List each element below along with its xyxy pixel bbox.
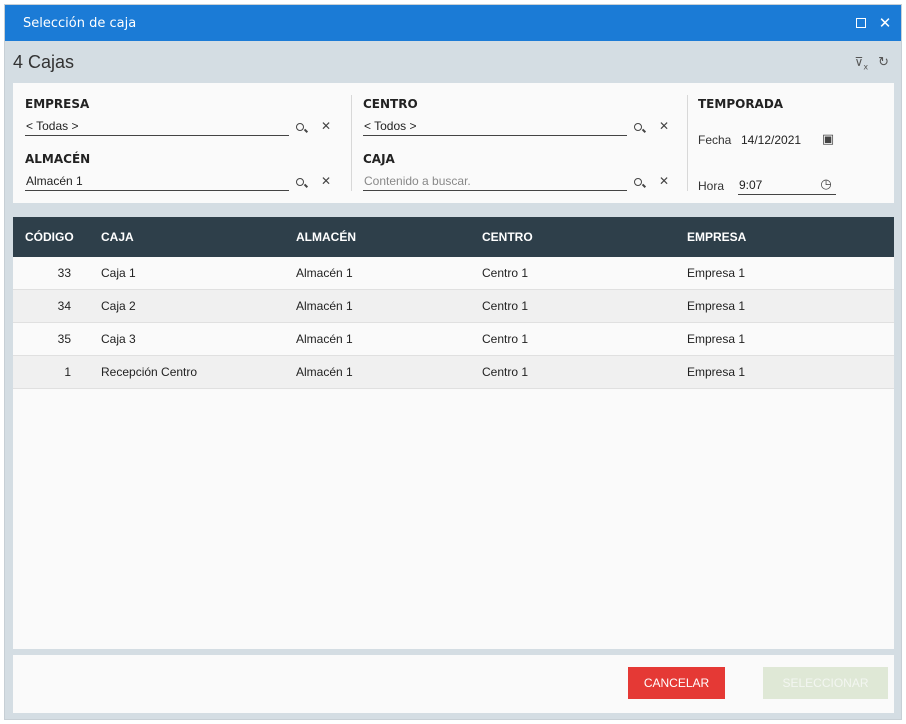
- cell-centro: Centro 1: [482, 365, 529, 379]
- cell-empresa: Empresa 1: [687, 332, 746, 346]
- caja-search-icon[interactable]: [631, 175, 645, 189]
- cell-caja: Caja 1: [101, 266, 136, 280]
- centro-search-icon[interactable]: [631, 120, 645, 134]
- column-header-centro[interactable]: CENTRO: [482, 217, 682, 257]
- table-row[interactable]: 1 Recepción Centro Almacén 1 Centro 1 Em…: [13, 356, 894, 389]
- cell-codigo: 35: [57, 332, 71, 346]
- caja-label: CAJA: [363, 152, 395, 166]
- column-header-caja[interactable]: CAJA: [101, 217, 291, 257]
- cell-almacen: Almacén 1: [296, 365, 353, 379]
- centro-clear-icon[interactable]: ✕: [657, 119, 671, 133]
- cell-caja: Recepción Centro: [101, 365, 198, 379]
- fecha-field[interactable]: 14/12/2021: [740, 130, 814, 150]
- temporada-label: TEMPORADA: [698, 97, 784, 111]
- page-title: 4 Cajas: [13, 51, 75, 72]
- almacen-field[interactable]: Almacén 1: [25, 171, 289, 191]
- empresa-clear-icon[interactable]: ✕: [319, 119, 333, 133]
- filter-column-1: EMPRESA < Todas > ✕ ALMACÉN Almacén 1 ✕: [13, 83, 349, 203]
- cell-codigo: 33: [57, 266, 71, 280]
- close-button[interactable]: ✕: [877, 15, 893, 31]
- almacen-label: ALMACÉN: [25, 152, 91, 166]
- cell-empresa: Empresa 1: [687, 266, 746, 280]
- maximize-icon: [856, 18, 866, 28]
- table-row[interactable]: 33 Caja 1 Almacén 1 Centro 1 Empresa 1: [13, 257, 894, 290]
- cell-almacen: Almacén 1: [296, 299, 353, 313]
- header-tools: ⊽x ↻: [855, 55, 889, 71]
- cajas-table: CÓDIGO CAJA ALMACÉN CENTRO EMPRESA 33 Ca…: [13, 217, 894, 649]
- cell-codigo: 1: [64, 365, 71, 379]
- title-bar: Selección de caja ✕: [5, 5, 901, 41]
- centro-label: CENTRO: [363, 97, 418, 111]
- table-row[interactable]: 35 Caja 3 Almacén 1 Centro 1 Empresa 1: [13, 323, 894, 356]
- cell-empresa: Empresa 1: [687, 365, 746, 379]
- centro-field[interactable]: < Todos >: [363, 116, 627, 136]
- column-header-empresa[interactable]: EMPRESA: [687, 217, 887, 257]
- clock-icon[interactable]: ◷: [819, 177, 833, 192]
- caja-search-input[interactable]: Contenido a buscar.: [363, 171, 627, 191]
- window-title: Selección de caja: [23, 15, 137, 31]
- empresa-field[interactable]: < Todas >: [25, 116, 289, 136]
- window-controls: ✕: [853, 5, 893, 41]
- cell-codigo: 34: [57, 299, 71, 313]
- filter-column-2: CENTRO < Todos > ✕ CAJA Contenido a busc…: [351, 83, 687, 203]
- empresa-label: EMPRESA: [25, 97, 90, 111]
- close-icon: ✕: [878, 13, 892, 32]
- cell-almacen: Almacén 1: [296, 332, 353, 346]
- cell-almacen: Almacén 1: [296, 266, 353, 280]
- cell-empresa: Empresa 1: [687, 299, 746, 313]
- cell-centro: Centro 1: [482, 332, 529, 346]
- caja-clear-icon[interactable]: ✕: [657, 174, 671, 188]
- hora-label: Hora: [698, 179, 725, 193]
- cell-caja: Caja 3: [101, 332, 136, 346]
- almacen-search-icon[interactable]: [293, 175, 307, 189]
- column-header-almacen[interactable]: ALMACÉN: [296, 217, 476, 257]
- table-row[interactable]: 34 Caja 2 Almacén 1 Centro 1 Empresa 1: [13, 290, 894, 323]
- filter-column-3: TEMPORADA Fecha 14/12/2021 ▣ Hora 9:07 ◷: [687, 83, 894, 203]
- calendar-icon[interactable]: ▣: [821, 132, 835, 147]
- almacen-clear-icon[interactable]: ✕: [319, 174, 333, 188]
- fecha-label: Fecha: [698, 133, 732, 147]
- filter-clear-icon[interactable]: ⊽x: [855, 55, 869, 71]
- cell-centro: Centro 1: [482, 299, 529, 313]
- table-header: CÓDIGO CAJA ALMACÉN CENTRO EMPRESA: [13, 217, 894, 257]
- refresh-icon[interactable]: ↻: [878, 55, 889, 71]
- header-row: 4 Cajas ⊽x ↻: [5, 41, 901, 83]
- cell-centro: Centro 1: [482, 266, 529, 280]
- select-button[interactable]: SELECCIONAR: [763, 667, 888, 699]
- cancel-button[interactable]: CANCELAR: [628, 667, 725, 699]
- filters-panel: EMPRESA < Todas > ✕ ALMACÉN Almacén 1 ✕ …: [13, 83, 894, 203]
- dialog-footer: CANCELAR SELECCIONAR: [13, 655, 894, 713]
- column-header-codigo[interactable]: CÓDIGO: [25, 217, 83, 257]
- dialog-window: Selección de caja ✕ 4 Cajas ⊽x ↻ EMPRESA…: [4, 4, 902, 720]
- cell-caja: Caja 2: [101, 299, 136, 313]
- maximize-button[interactable]: [853, 15, 869, 31]
- empresa-search-icon[interactable]: [293, 120, 307, 134]
